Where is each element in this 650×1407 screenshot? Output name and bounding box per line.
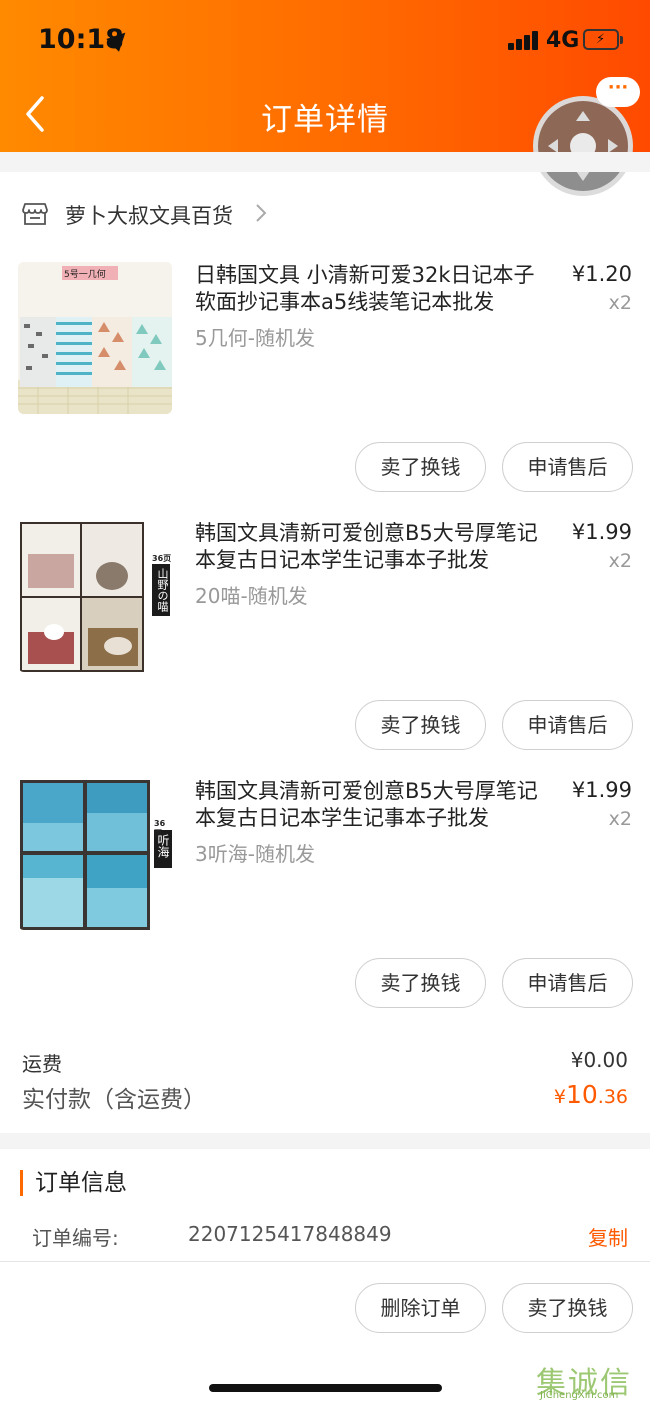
order-item[interactable]: 36页 听海 韩国文具清新可爱创意B5大号厚笔记本复古日记本学生记事本子批发 3… (0, 778, 650, 1008)
product-thumbnail[interactable]: 36页 山野の喵 (18, 520, 172, 672)
paid-currency: ¥ (553, 1086, 566, 1108)
paid-integer: 10 (565, 1080, 598, 1109)
paid-label: 实付款（含运费） (22, 1087, 206, 1113)
notebook-image (20, 522, 170, 672)
product-spec: 5几何-随机发 (195, 326, 315, 350)
section-divider (0, 152, 650, 172)
copy-button[interactable]: 复制 (588, 1222, 628, 1251)
chevron-right-icon (256, 204, 267, 222)
battery-icon: ⚡ (583, 29, 619, 50)
product-price: ¥1.99 (571, 520, 632, 544)
thumb-label: 5号一几何 (64, 270, 106, 280)
network-type: 4G (546, 28, 580, 53)
sell-for-cash-button[interactable]: 卖了换钱 (502, 1283, 633, 1333)
watermark-url: JiChengXin.com (540, 1390, 619, 1401)
product-quantity: x2 (608, 292, 632, 314)
divider (0, 1261, 650, 1262)
after-sales-button[interactable]: 申请售后 (502, 442, 633, 492)
notebook-image (18, 262, 172, 414)
delete-order-button[interactable]: 删除订单 (355, 1283, 486, 1333)
notebook-image (20, 780, 172, 930)
store-icon (22, 203, 48, 225)
product-title[interactable]: 韩国文具清新可爱创意B5大号厚笔记本复古日记本学生记事本子批发 (195, 520, 550, 574)
dpad-icon (548, 111, 618, 181)
thumb-tag: 听海 (156, 834, 170, 858)
product-spec: 3听海-随机发 (195, 842, 315, 866)
home-indicator (209, 1384, 442, 1392)
sell-for-cash-button[interactable]: 卖了换钱 (355, 442, 486, 492)
product-quantity: x2 (608, 808, 632, 830)
section-divider (0, 1133, 650, 1149)
order-item[interactable]: 36页 山野の喵 韩国文具清新可爱创意B5大号厚笔记本复古日记本学生记事本子批发… (0, 520, 650, 750)
watermark-logo: 集诚信 JiChengXin.com (536, 1358, 648, 1404)
paid-decimal: .36 (597, 1086, 628, 1108)
order-info-title: 订单信息 (20, 1170, 127, 1196)
product-spec: 20喵-随机发 (195, 584, 308, 608)
product-price: ¥1.99 (571, 778, 632, 802)
product-thumbnail[interactable]: 5号一几何 (18, 262, 172, 414)
battery-tip (620, 36, 623, 44)
product-thumbnail[interactable]: 36页 听海 (18, 778, 172, 930)
shop-row[interactable]: 萝卜大叔文具百货 (0, 180, 650, 250)
paid-amount: ¥10.36 (554, 1080, 628, 1109)
sell-for-cash-button[interactable]: 卖了换钱 (355, 700, 486, 750)
signal-icon (508, 30, 540, 50)
product-title[interactable]: 日韩国文具 小清新可爱32k日记本子软面抄记事本a5线装笔记本批发 (195, 262, 550, 316)
shipping-value: ¥0.00 (570, 1048, 628, 1072)
order-item[interactable]: 5号一几何 日韩国文具 小清新可爱32k日记本子软面抄记事本a5线装笔记本批发 … (0, 262, 650, 492)
product-price: ¥1.20 (571, 262, 632, 286)
product-title[interactable]: 韩国文具清新可爱创意B5大号厚笔记本复古日记本学生记事本子批发 (195, 778, 550, 832)
sell-for-cash-button[interactable]: 卖了换钱 (355, 958, 486, 1008)
thumb-tag: 山野の喵 (156, 568, 169, 612)
page-count-tag: 36页 (152, 554, 172, 563)
shipping-label: 运费 (22, 1052, 62, 1076)
more-options-icon[interactable]: ··· (596, 77, 640, 107)
shop-name: 萝卜大叔文具百货 (65, 204, 233, 228)
product-quantity: x2 (608, 550, 632, 572)
status-bar: 10:18 4G ⚡ (0, 0, 650, 80)
order-number: 2207125417848849 (188, 1222, 392, 1246)
after-sales-button[interactable]: 申请售后 (502, 958, 633, 1008)
after-sales-button[interactable]: 申请售后 (502, 700, 633, 750)
order-number-label: 订单编号: (32, 1226, 119, 1250)
